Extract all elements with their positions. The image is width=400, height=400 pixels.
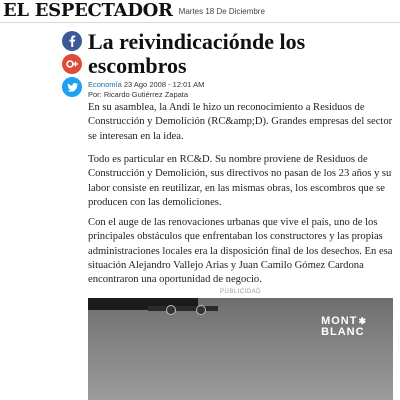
header-date: Martes 18 De Diciembre bbox=[178, 6, 265, 16]
article-paragraph-3: Con el auge de las renovaciones urbanas … bbox=[88, 217, 393, 286]
article-meta: Economía 23 Ago 2008 - 12:01 AM Por: Ric… bbox=[88, 80, 388, 100]
article-paragraph-2: Todo es particular en RC&D. Su nombre pr… bbox=[88, 154, 392, 208]
facebook-icon bbox=[69, 35, 76, 47]
ad-brand-logo: MONT✱ BLANC bbox=[321, 316, 367, 338]
article-title: La reivindicaciónde los escombros bbox=[88, 29, 306, 78]
ad-wheel bbox=[166, 305, 176, 315]
facebook-share-button[interactable] bbox=[62, 31, 82, 51]
article-paragraph-1: En su asamblea, la Andi le hizo un recon… bbox=[88, 102, 393, 142]
google-plus-icon bbox=[66, 60, 78, 68]
google-plus-share-button[interactable] bbox=[62, 54, 82, 74]
article-datetime: 23 Ago 2008 - 12:01 AM bbox=[123, 80, 205, 89]
ad-wheel bbox=[196, 305, 206, 315]
section-link[interactable]: Economía bbox=[88, 80, 122, 89]
twitter-icon bbox=[66, 82, 78, 92]
site-logo[interactable]: EL ESPECTADOR bbox=[3, 0, 173, 22]
article-byline: Por: Ricardo Gutiérrez Zapata bbox=[88, 90, 189, 99]
twitter-share-button[interactable] bbox=[62, 77, 82, 97]
top-bar: EL ESPECTADOR Martes 18 De Diciembre bbox=[0, 0, 400, 23]
ad-car-shadow bbox=[148, 306, 218, 311]
advertisement-banner[interactable]: MONT✱ BLANC bbox=[88, 298, 393, 400]
ad-brand-line2: BLANC bbox=[321, 326, 365, 338]
ad-label: PUBLICIDAD bbox=[219, 289, 261, 295]
